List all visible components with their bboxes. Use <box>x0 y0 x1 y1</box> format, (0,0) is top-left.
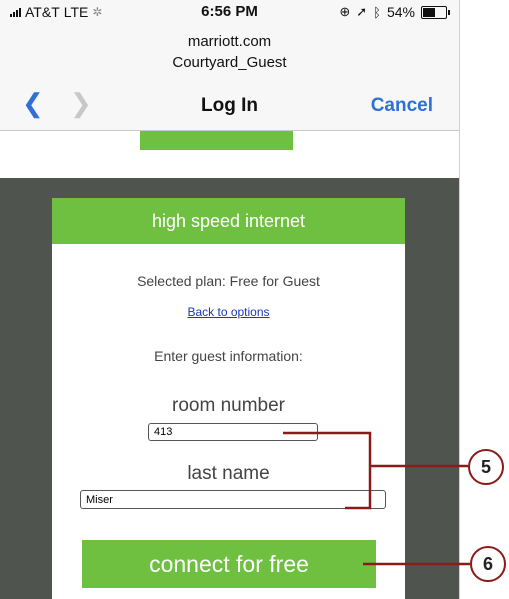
callout-6: 6 <box>470 546 506 582</box>
callout-line-room <box>283 431 372 510</box>
callout-5: 5 <box>468 449 504 485</box>
callout-lines <box>283 431 470 566</box>
